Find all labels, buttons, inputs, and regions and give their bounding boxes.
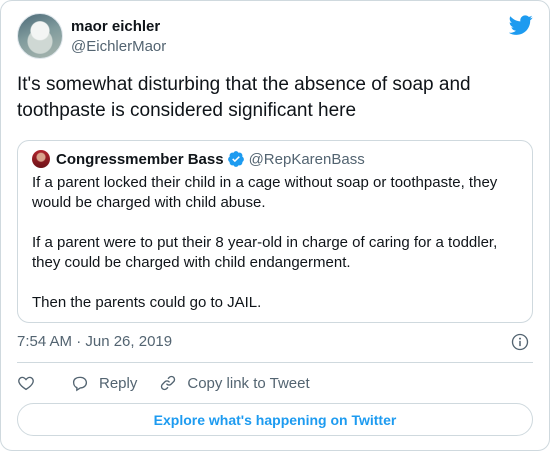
- tweet-actions: Reply Copy link to Tweet: [17, 373, 332, 393]
- explore-twitter-button[interactable]: Explore what's happening on Twitter: [17, 403, 533, 436]
- link-icon: [161, 375, 176, 391]
- author-handle[interactable]: @EichlerMaor: [71, 38, 166, 55]
- twitter-bird-icon[interactable]: [509, 13, 533, 37]
- quoted-tweet[interactable]: Congressmember Bass @RepKarenBass If a p…: [17, 140, 533, 323]
- copy-link-button[interactable]: Copy link to Tweet: [159, 374, 310, 392]
- divider: [17, 362, 533, 363]
- quoted-tweet-body: If a parent locked their child in a cage…: [32, 173, 522, 333]
- tweet-card: maor eichler @EichlerMaor It's somewhat …: [0, 0, 550, 451]
- quoted-paragraph: If a parent locked their child in a cage…: [32, 174, 498, 211]
- copy-link-label: Copy link to Tweet: [187, 374, 310, 392]
- reply-button[interactable]: Reply: [71, 374, 137, 392]
- quoted-author-avatar: [32, 150, 50, 168]
- verified-badge-icon: [227, 151, 244, 167]
- heart-icon: [18, 376, 34, 391]
- quoted-author-name: Congressmember Bass: [56, 150, 224, 168]
- tweet-header: maor eichler @EichlerMaor: [17, 13, 533, 61]
- author-avatar[interactable]: [17, 13, 63, 59]
- like-button[interactable]: [17, 374, 35, 392]
- reply-label: Reply: [99, 374, 138, 392]
- speech-bubble-icon: [72, 376, 88, 392]
- tweet-timestamp[interactable]: 7:54 AM · Jun 26, 2019: [17, 333, 172, 350]
- tweet-text: It's somewhat disturbing that the absenc…: [17, 74, 471, 121]
- quoted-author-handle: @RepKarenBass: [248, 150, 365, 168]
- info-icon[interactable]: [511, 333, 529, 351]
- quoted-paragraph: If a parent were to put their 8 year-old…: [32, 234, 498, 271]
- author-name[interactable]: maor eichler: [71, 18, 160, 35]
- quoted-paragraph: Then the parents could go to JAIL.: [32, 294, 262, 311]
- quoted-tweet-header: Congressmember Bass @RepKarenBass: [32, 149, 365, 169]
